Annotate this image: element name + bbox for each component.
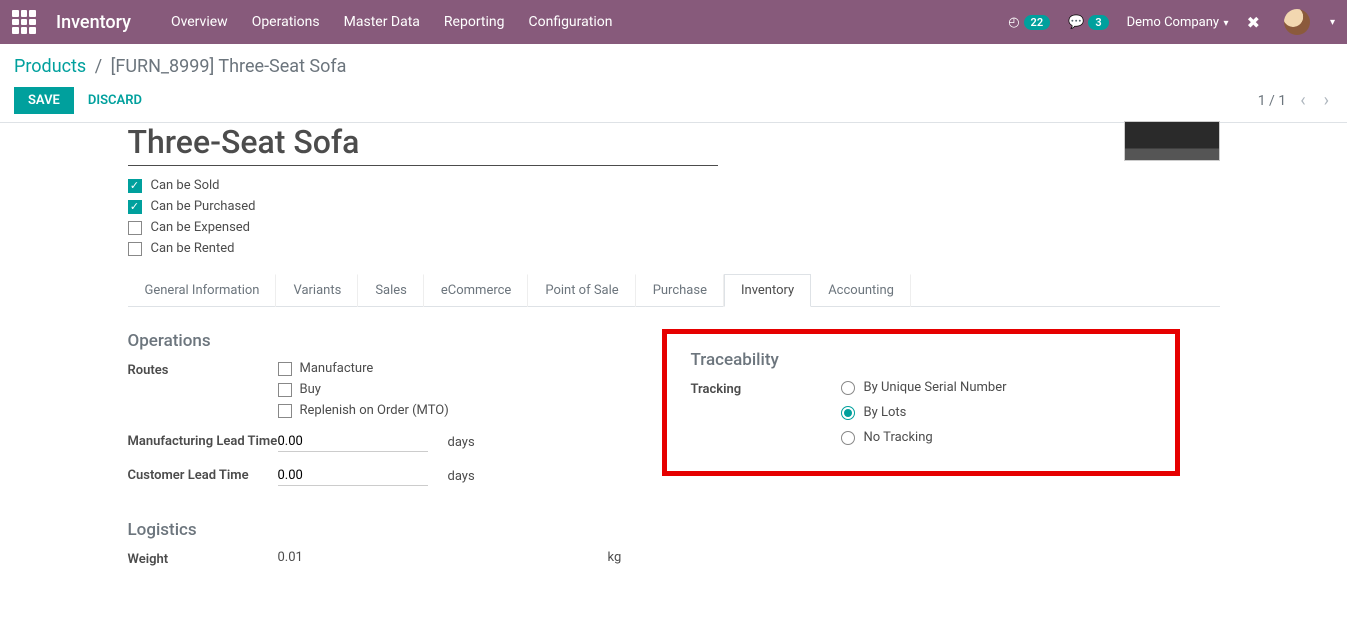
flag-label: Can be Purchased (151, 199, 256, 214)
flag-label: Can be Expensed (151, 220, 251, 235)
route-item: Buy (278, 382, 674, 397)
save-button[interactable]: SAVE (14, 87, 74, 114)
tab-sales[interactable]: Sales (358, 274, 424, 307)
company-switcher[interactable]: Demo Company ▾ (1127, 15, 1229, 30)
mfg-lead-unit: days (448, 435, 475, 450)
activity-button[interactable]: ◴ 22 (1008, 15, 1050, 30)
pager-prev[interactable]: ‹ (1296, 90, 1309, 111)
flag-2: Can be Expensed (128, 220, 1220, 235)
flag-0: Can be Sold (128, 178, 1220, 193)
main-nav: Overview Operations Master Data Reportin… (171, 14, 613, 30)
pager-next[interactable]: › (1320, 90, 1333, 111)
traceability-title: Traceability (691, 350, 1151, 370)
clock-icon: ◴ (1008, 15, 1019, 30)
route-label: Buy (300, 382, 321, 397)
traceability-column: Traceability Tracking By Unique Serial N… (674, 331, 1220, 573)
tracking-label: Tracking (691, 380, 841, 397)
chat-icon: 💬 (1068, 15, 1084, 30)
nav-master-data[interactable]: Master Data (344, 14, 420, 30)
systray: ◴ 22 💬 3 Demo Company ▾ ✖ ▾ (1008, 9, 1335, 35)
operations-title: Operations (128, 331, 674, 351)
tab-purchase[interactable]: Purchase (636, 274, 724, 307)
flag-checkbox[interactable] (128, 200, 142, 214)
message-count: 3 (1088, 15, 1108, 30)
route-item: Replenish on Order (MTO) (278, 403, 674, 418)
route-checkbox[interactable] (278, 404, 292, 418)
tracking-option[interactable]: By Unique Serial Number (841, 380, 1151, 395)
pager: 1 / 1 ‹ › (1258, 90, 1333, 111)
nav-operations[interactable]: Operations (252, 14, 320, 30)
tracking-label: By Lots (864, 405, 907, 420)
form-sheet: Can be Sold Can be Purchased Can be Expens… (104, 123, 1244, 597)
radio-icon (841, 431, 855, 445)
breadcrumb-root[interactable]: Products (14, 56, 86, 77)
tab-inventory[interactable]: Inventory (724, 274, 811, 307)
control-panel: Products / [FURN_8999] Three-Seat Sofa S… (0, 44, 1347, 123)
tracking-label: No Tracking (864, 430, 933, 445)
flag-label: Can be Rented (151, 241, 235, 256)
chevron-down-icon: ▾ (1221, 18, 1229, 29)
route-label: Manufacture (300, 361, 374, 376)
route-checkbox[interactable] (278, 383, 292, 397)
cust-lead-label: Customer Lead Time (128, 466, 278, 483)
breadcrumb: Products / [FURN_8999] Three-Seat Sofa (14, 56, 1333, 77)
activity-count: 22 (1024, 15, 1051, 30)
route-item: Manufacture (278, 361, 674, 376)
tab-variants[interactable]: Variants (276, 274, 358, 307)
routes-label: Routes (128, 361, 278, 378)
pager-value[interactable]: 1 / 1 (1258, 93, 1286, 109)
tab-general-information[interactable]: General Information (128, 274, 277, 307)
user-avatar[interactable] (1284, 9, 1310, 35)
app-brand[interactable]: Inventory (56, 12, 131, 33)
mfg-lead-label: Manufacturing Lead Time (128, 432, 278, 449)
tracking-option[interactable]: By Lots (841, 405, 1151, 420)
logistics-title: Logistics (128, 520, 674, 540)
operations-column: Operations Routes Manufacture Buy Replenis… (128, 331, 674, 573)
cust-lead-unit: days (448, 469, 475, 484)
flag-checkbox[interactable] (128, 179, 142, 193)
tab-point-of-sale[interactable]: Point of Sale (528, 274, 635, 307)
weight-value: 0.01 (278, 550, 608, 565)
tabs: General InformationVariantsSaleseCommerc… (128, 274, 1220, 307)
tracking-label: By Unique Serial Number (864, 380, 1007, 395)
topbar: Inventory Overview Operations Master Dat… (0, 0, 1347, 44)
debug-icon[interactable]: ✖ (1247, 13, 1260, 32)
discard-button[interactable]: DISCARD (88, 93, 142, 108)
route-checkbox[interactable] (278, 362, 292, 376)
cust-lead-input[interactable] (278, 466, 428, 486)
product-image[interactable] (1124, 121, 1220, 161)
nav-configuration[interactable]: Configuration (528, 14, 612, 30)
radio-icon (841, 406, 855, 420)
apps-icon[interactable] (12, 10, 36, 34)
flag-1: Can be Purchased (128, 199, 1220, 214)
breadcrumb-current: [FURN_8999] Three-Seat Sofa (111, 56, 347, 77)
traceability-highlight: Traceability Tracking By Unique Serial N… (662, 329, 1180, 476)
tab-accounting[interactable]: Accounting (811, 274, 911, 307)
flag-3: Can be Rented (128, 241, 1220, 256)
flag-checkbox[interactable] (128, 242, 142, 256)
flag-checkbox[interactable] (128, 221, 142, 235)
tracking-option[interactable]: No Tracking (841, 430, 1151, 445)
mfg-lead-input[interactable] (278, 432, 428, 452)
tab-ecommerce[interactable]: eCommerce (424, 274, 528, 307)
user-menu-caret[interactable]: ▾ (1330, 17, 1335, 28)
nav-reporting[interactable]: Reporting (444, 14, 505, 30)
flag-label: Can be Sold (151, 178, 220, 193)
messaging-button[interactable]: 💬 3 (1068, 15, 1108, 30)
weight-unit: kg (608, 550, 622, 565)
route-label: Replenish on Order (MTO) (300, 403, 449, 418)
nav-overview[interactable]: Overview (171, 14, 228, 30)
product-name-input[interactable] (128, 123, 718, 166)
weight-label: Weight (128, 550, 278, 567)
radio-icon (841, 381, 855, 395)
